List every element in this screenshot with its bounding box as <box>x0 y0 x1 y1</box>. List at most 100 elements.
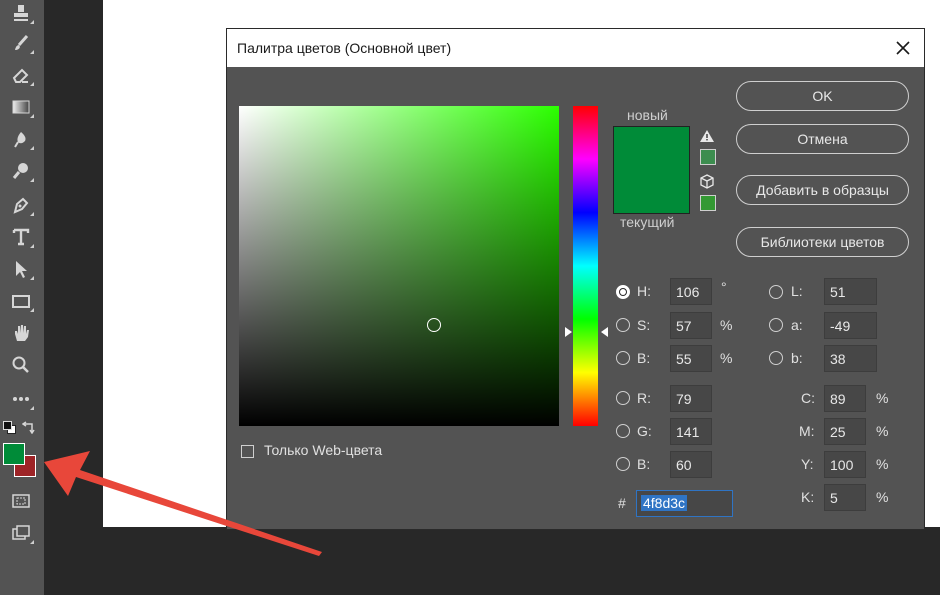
g-input[interactable]: 141 <box>670 418 712 445</box>
r-input[interactable]: 79 <box>670 385 712 412</box>
new-color-swatch <box>613 126 690 214</box>
h-input[interactable]: 106 <box>670 278 712 305</box>
s-unit: % <box>720 317 733 333</box>
web-colors-checkbox[interactable] <box>241 445 254 458</box>
web-safe-color-swatch[interactable] <box>700 195 716 211</box>
current-color-label: текущий <box>620 214 675 230</box>
g-label: G: <box>637 423 652 439</box>
radio-h[interactable] <box>616 285 630 299</box>
gradient-icon <box>12 100 30 114</box>
ok-button[interactable]: OK <box>736 81 909 111</box>
k-unit: % <box>876 489 889 505</box>
color-field-picker[interactable] <box>427 318 441 332</box>
arrow-pointer-icon <box>16 261 27 278</box>
h-label: H: <box>637 283 651 299</box>
close-icon <box>896 41 910 55</box>
hue-slider-right-handle[interactable] <box>601 327 608 337</box>
dodge-icon <box>12 163 28 179</box>
pen-tool[interactable] <box>6 192 36 218</box>
path-selection-tool[interactable] <box>6 256 36 282</box>
add-to-swatches-button[interactable]: Добавить в образцы <box>736 175 909 205</box>
eraser-icon <box>12 68 29 83</box>
color-libraries-button[interactable]: Библиотеки цветов <box>736 227 909 257</box>
hand-tool[interactable] <box>6 320 36 346</box>
rectangle-tool[interactable] <box>6 288 36 314</box>
radio-s[interactable] <box>616 318 630 332</box>
blur-tool[interactable] <box>6 126 36 152</box>
tools-panel <box>0 0 44 595</box>
dodge-tool[interactable] <box>6 158 36 184</box>
radio-lab-b[interactable] <box>769 351 783 365</box>
s-label: S: <box>637 317 651 333</box>
screen-mode-tool[interactable] <box>6 520 36 546</box>
web-colors-label: Только Web-цвета <box>264 442 383 458</box>
close-button[interactable] <box>890 35 916 61</box>
magnifier-icon <box>12 356 29 373</box>
radio-b[interactable] <box>616 351 630 365</box>
radio-rgb-b[interactable] <box>616 457 630 471</box>
cancel-button[interactable]: Отмена <box>736 124 909 154</box>
dialog-title: Палитра цветов (Основной цвет) <box>237 40 452 56</box>
gamut-color-swatch[interactable] <box>700 149 716 165</box>
y-label: Y: <box>801 456 814 472</box>
web-safe-warning-icon[interactable] <box>699 174 715 190</box>
l-label: L: <box>791 283 803 299</box>
history-brush-icon <box>15 35 29 50</box>
color-picker-dialog: Палитра цветов (Основной цвет) новый тек… <box>226 28 925 530</box>
radio-a[interactable] <box>769 318 783 332</box>
radio-l[interactable] <box>769 285 783 299</box>
new-color-label: новый <box>627 107 668 123</box>
k-input[interactable]: 5 <box>824 484 866 511</box>
lab-b-input[interactable]: 38 <box>824 345 877 372</box>
lab-b-label: b: <box>791 350 803 366</box>
more-dots-icon <box>13 397 29 401</box>
hex-value: 4f8d3c <box>641 495 688 511</box>
foreground-color-swatch[interactable] <box>3 443 25 465</box>
eraser-tool[interactable] <box>6 62 36 88</box>
b-unit: % <box>720 350 733 366</box>
hue-slider-left-handle[interactable] <box>565 327 572 337</box>
b-label: B: <box>637 350 651 366</box>
c-label: C: <box>801 390 815 406</box>
stamp-icon <box>14 5 28 21</box>
rgb-b-label: B: <box>637 456 651 472</box>
m-label: M: <box>799 423 815 439</box>
radio-g[interactable] <box>616 424 630 438</box>
hand-icon <box>15 325 29 341</box>
a-input[interactable]: -49 <box>824 312 877 339</box>
gradient-tool[interactable] <box>6 94 36 120</box>
hue-slider[interactable] <box>573 106 598 426</box>
s-input[interactable]: 57 <box>670 312 712 339</box>
out-of-gamut-warning-icon[interactable] <box>699 129 715 143</box>
screen-mode-icon <box>12 525 30 540</box>
c-input[interactable]: 89 <box>824 385 866 412</box>
a-label: a: <box>791 317 803 333</box>
clone-stamp-tool[interactable] <box>6 0 36 26</box>
saturation-brightness-field[interactable] <box>239 106 559 426</box>
rgb-b-input[interactable]: 60 <box>670 451 712 478</box>
hex-input[interactable]: 4f8d3c <box>636 490 733 517</box>
radio-r[interactable] <box>616 391 630 405</box>
more-tools[interactable] <box>6 386 36 412</box>
hex-label: # <box>618 495 626 511</box>
zoom-tool[interactable] <box>6 352 36 378</box>
rectangle-icon <box>12 295 30 308</box>
b-input[interactable]: 55 <box>670 345 712 372</box>
l-input[interactable]: 51 <box>824 278 877 305</box>
y-input[interactable]: 100 <box>824 451 866 478</box>
default-colors-icon[interactable] <box>3 421 16 434</box>
h-unit: ° <box>721 279 727 295</box>
k-label: K: <box>801 489 815 505</box>
y-unit: % <box>876 456 889 472</box>
swap-colors-icon[interactable] <box>21 420 36 435</box>
history-brush-tool[interactable] <box>6 30 36 56</box>
quick-mask-tool[interactable] <box>6 488 36 514</box>
c-unit: % <box>876 390 889 406</box>
m-unit: % <box>876 423 889 439</box>
drop-icon <box>14 132 26 148</box>
dialog-titlebar[interactable]: Палитра цветов (Основной цвет) <box>227 29 924 67</box>
r-label: R: <box>637 390 651 406</box>
m-input[interactable]: 25 <box>824 418 866 445</box>
quick-mask-icon <box>12 494 30 508</box>
type-tool[interactable] <box>6 224 36 250</box>
